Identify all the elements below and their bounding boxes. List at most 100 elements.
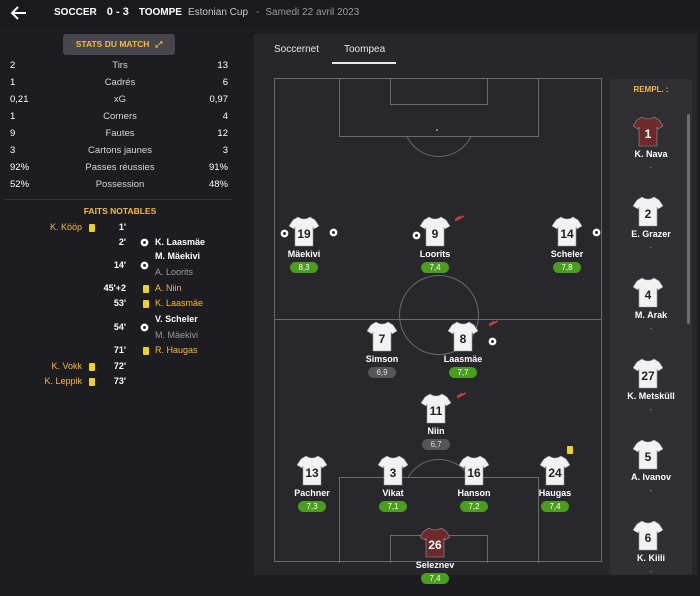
shirt-icon: 2 — [633, 196, 663, 227]
event-home-player: K. Vokk — [51, 361, 82, 371]
stat-row: 92% Passes réussies 91% — [0, 162, 240, 179]
lineup-player[interactable]: 16 Hanson 7,2 — [439, 454, 509, 524]
competition-name: Estonian Cup — [187, 7, 249, 18]
substitute-player[interactable]: 6 K. Kiili - — [610, 519, 692, 589]
svg-text:9: 9 — [432, 227, 439, 241]
player-name: E. Grazer — [631, 229, 671, 239]
player-rating: - — [649, 405, 653, 414]
svg-text:16: 16 — [467, 466, 481, 480]
stat-away-value: 3 — [222, 145, 228, 156]
away-team-name: TOOMPE — [138, 7, 182, 18]
player-name: Hanson — [457, 488, 491, 498]
player-rating: 7,4 — [421, 262, 449, 273]
goal-ball-icon — [280, 225, 289, 243]
stat-label: Cartons jaunes — [88, 145, 152, 156]
player-name: Simson — [365, 354, 399, 364]
player-rating: 6,9 — [368, 367, 396, 378]
section-divider — [4, 199, 232, 200]
lineup-player[interactable]: 26 Seleznev 7,4 — [400, 526, 470, 596]
lineup-player[interactable]: 24 Haugas 7,4 — [520, 446, 590, 524]
player-name: Vikat — [382, 488, 404, 498]
player-rating: 8,3 — [290, 262, 318, 273]
player-name: M. Arak — [634, 310, 668, 320]
player-name: Loorits — [419, 249, 451, 259]
shirt-icon: 4 — [633, 277, 663, 308]
top-goal-box — [390, 78, 488, 105]
lineup-panel: Soccernet Toompea 19 Mäekivi 8,3 9 Loorits 7,… — [254, 34, 697, 584]
svg-text:26: 26 — [428, 538, 442, 552]
player-rating: 7,3 — [298, 501, 326, 512]
back-arrow-icon[interactable] — [8, 2, 30, 24]
player-name: Seleznev — [415, 560, 455, 570]
expand-icon: ⤢ — [155, 39, 163, 49]
event-minute: 72' — [113, 361, 126, 371]
substitutes-panel: REMPL. : 1 K. Nava -2 E. Grazer -4 M. Arak -27… — [610, 79, 692, 576]
substitute-player[interactable]: 4 M. Arak - — [610, 276, 692, 346]
stat-label: Corners — [103, 111, 137, 122]
stat-away-value: 12 — [217, 128, 228, 139]
substitute-player[interactable]: 27 K. Metsküll - — [610, 357, 692, 427]
event-assist-player: M. Mäekivi — [155, 330, 199, 340]
event-home-player: K. Leppik — [44, 376, 82, 386]
home-team-name: SOCCER — [54, 7, 97, 18]
lineup-player[interactable]: 19 Mäekivi 8,3 — [269, 215, 339, 285]
shirt-icon: 6 — [633, 520, 663, 551]
substitution-icon — [456, 386, 467, 404]
shirt-icon: 3 — [378, 455, 408, 486]
substitute-player[interactable]: 2 E. Grazer - — [610, 195, 692, 265]
event-assist-player: A. Loorits — [155, 267, 194, 277]
event-minute: 2' — [118, 237, 126, 247]
event-row: K. Vokk 72' — [0, 361, 240, 376]
svg-text:4: 4 — [645, 288, 652, 302]
stat-row: 2 Tirs 13 — [0, 60, 240, 77]
stat-away-value: 6 — [222, 77, 228, 88]
tab-toompea[interactable]: Toompea — [344, 44, 385, 55]
goal-ball-icon — [412, 227, 421, 245]
stat-label: xG — [113, 94, 127, 105]
lineup-player[interactable]: 7 Simson 6,9 — [347, 320, 417, 390]
event-row: 2' K. Laasmäe — [0, 237, 240, 252]
yellow-card-icon — [567, 446, 573, 454]
lineup-player[interactable]: 3 Vikat 7,1 — [358, 454, 428, 524]
lineup-player[interactable]: 9 Loorits 7,4 — [400, 215, 470, 285]
lineup-player[interactable]: 11 Niin 6,7 — [401, 392, 471, 462]
lineup-player[interactable]: 8 Laasmäe 7,7 — [428, 320, 499, 390]
player-rating: - — [649, 243, 653, 252]
player-name: Pachner — [294, 488, 330, 498]
shirt-icon: 9 — [420, 216, 450, 247]
match-date: Samedi 22 avril 2023 — [265, 7, 360, 18]
svg-text:5: 5 — [645, 450, 652, 464]
event-row: A. Loorits — [0, 267, 240, 282]
shirt-icon: 1 — [633, 116, 663, 147]
stat-away-value: 48% — [208, 179, 228, 190]
substitution-icon — [454, 209, 465, 227]
player-rating: - — [649, 486, 653, 495]
player-name: K. Kiili — [636, 553, 665, 563]
stat-row: 3 Cartons jaunes 3 — [0, 145, 240, 162]
stat-row: 1 Cadrés 6 — [0, 77, 240, 94]
lineup-player[interactable]: 13 Pachner 7,3 — [277, 454, 347, 524]
match-stats-button[interactable]: STATS DU MATCH ⤢ — [63, 34, 175, 55]
shirt-icon: 26 — [420, 527, 450, 558]
player-name: Niin — [427, 426, 445, 436]
svg-text:11: 11 — [430, 404, 443, 418]
shirt-icon: 13 — [297, 455, 327, 486]
tab-soccernet[interactable]: Soccernet — [274, 44, 319, 55]
event-minute: 1' — [118, 222, 126, 232]
svg-text:13: 13 — [305, 466, 319, 480]
event-away-player: K. Laasmäe — [155, 237, 206, 247]
svg-text:24: 24 — [548, 466, 562, 480]
stat-away-value: 13 — [217, 60, 228, 71]
stat-away-value: 0,97 — [209, 94, 229, 105]
substitute-player[interactable]: 5 A. Ivanov - — [610, 438, 692, 508]
lineup-player[interactable]: 14 Scheler 7,8 — [532, 215, 602, 285]
stat-row: 0,21 xG 0,97 — [0, 94, 240, 111]
shirt-icon: 16 — [459, 455, 489, 486]
player-name: K. Metsküll — [627, 391, 675, 401]
match-stats-panel: STATS DU MATCH ⤢ 2 Tirs 13 1 Cadrés 6 0,21 xG 0… — [0, 26, 240, 575]
substitute-player[interactable]: 1 K. Nava - — [610, 115, 692, 185]
event-minute: 73' — [113, 376, 126, 386]
events-title: FAITS NOTABLES — [83, 206, 157, 216]
shirt-icon: 7 — [367, 321, 397, 352]
event-row: 71' R. Haugas — [0, 345, 240, 360]
